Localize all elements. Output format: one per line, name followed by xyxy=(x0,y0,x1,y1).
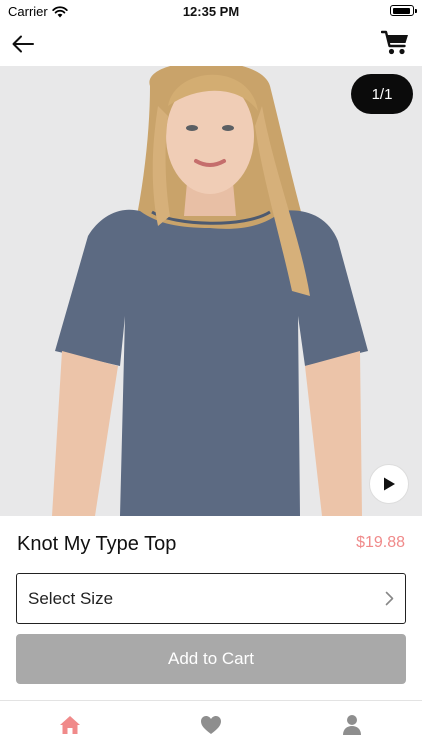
heart-icon xyxy=(201,716,221,734)
status-bar: Carrier 12:35 PM xyxy=(0,0,422,22)
tab-favorites[interactable] xyxy=(197,711,225,739)
product-title-row: Knot My Type Top $19.88 xyxy=(0,516,422,572)
tab-profile[interactable] xyxy=(338,711,366,739)
image-page-counter: 1/1 xyxy=(351,74,413,114)
status-time: 12:35 PM xyxy=(182,4,240,19)
back-button[interactable] xyxy=(10,32,36,56)
size-select[interactable]: Select Size xyxy=(16,573,406,624)
play-video-button[interactable] xyxy=(369,464,409,504)
play-icon xyxy=(384,477,395,491)
battery-level xyxy=(392,7,410,14)
product-photo xyxy=(0,66,422,516)
product-name: Knot My Type Top xyxy=(17,533,177,555)
user-icon xyxy=(343,715,361,735)
battery-icon xyxy=(390,5,417,16)
home-icon xyxy=(60,716,80,734)
product-image-gallery[interactable]: 1/1 xyxy=(0,66,422,516)
add-to-cart-button[interactable]: Add to Cart xyxy=(16,634,406,684)
shopping-cart-icon xyxy=(381,30,408,55)
tab-home[interactable] xyxy=(56,711,84,739)
size-select-label: Select Size xyxy=(28,588,114,608)
arrow-left-icon xyxy=(12,35,34,53)
product-price: $19.88 xyxy=(356,534,405,551)
cart-button[interactable] xyxy=(380,28,410,58)
tab-bar xyxy=(0,700,422,750)
nav-bar xyxy=(0,22,422,66)
chevron-right-icon xyxy=(385,591,394,606)
